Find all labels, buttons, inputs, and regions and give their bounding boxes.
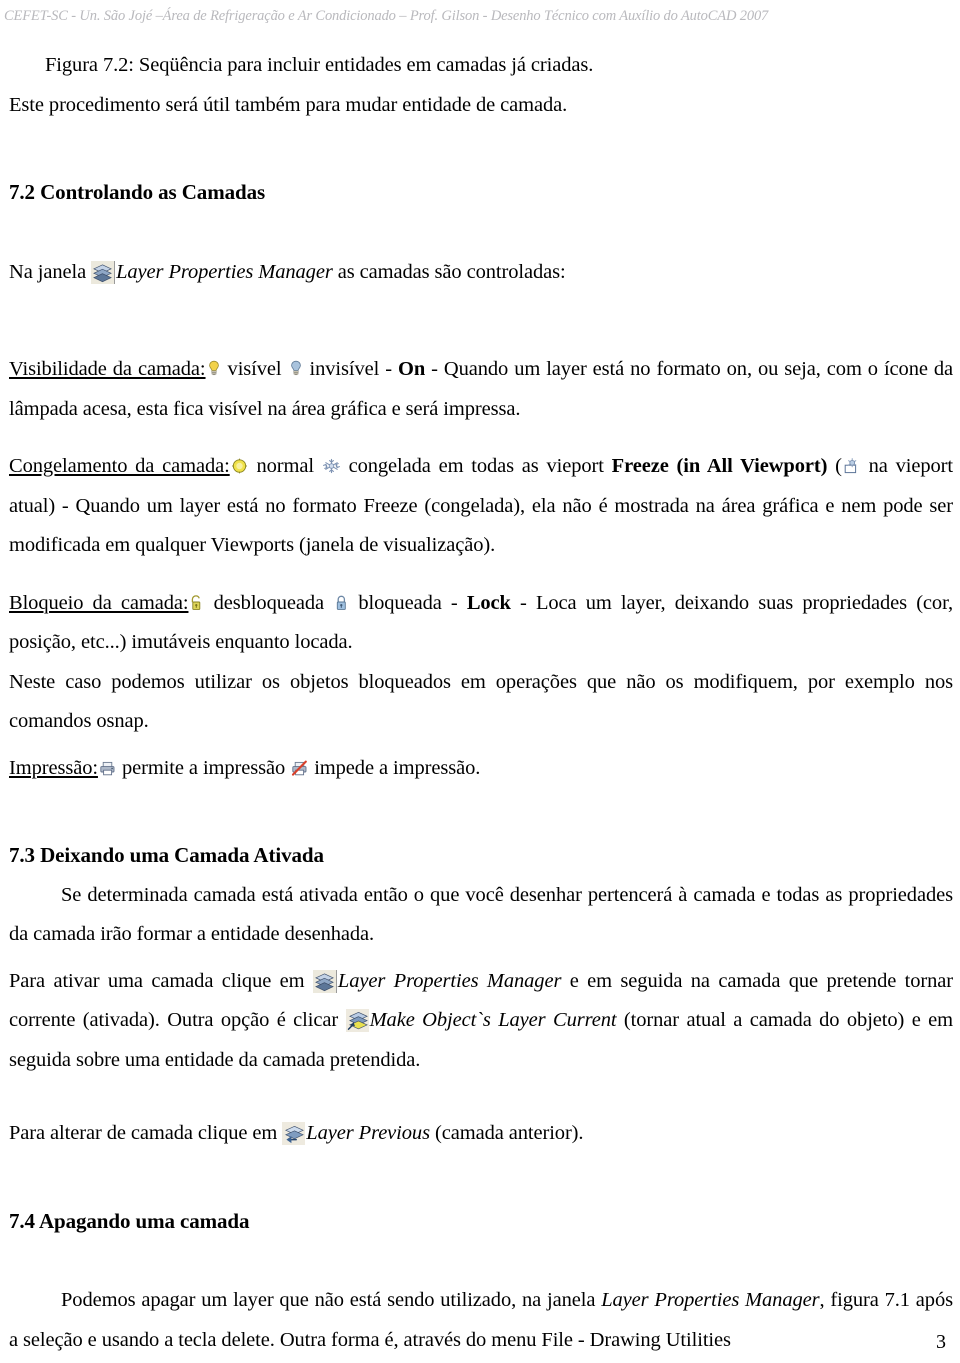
p732-icon2-label: Make Object`s Layer Current <box>369 1009 617 1031</box>
heading-7-4: 7.4 Apagando uma camada <box>9 1208 250 1233</box>
p733-text-a: Para alterar de camada clique em <box>9 1122 283 1144</box>
paragraph-7-3-3: Para alterar de camada clique em Layer P… <box>9 1114 953 1154</box>
page-body: Figura 7.2: Seqüência para incluir entid… <box>9 46 953 1360</box>
paragraph-bloqueio: Bloqueio da camada: desbloqueada bloquea… <box>9 584 953 663</box>
page-number: 3 <box>936 1331 946 1353</box>
paragraph-congelamento: Congelamento da camada: normal congelada… <box>9 447 953 566</box>
congelamento-text-a: normal <box>248 455 322 477</box>
layers-stack-icon <box>91 260 116 284</box>
heading-7-3: 7.3 Deixando uma Camada Ativada <box>9 843 324 867</box>
padlock-open-icon <box>188 593 204 613</box>
figure-caption-line1: Figura 7.2: Seqüência para incluir entid… <box>9 46 953 86</box>
visibilidade-bold-on: On <box>397 358 426 380</box>
paragraph-7-3-2: Para ativar uma camada clique em Layer P… <box>9 962 953 1081</box>
paragraph-7-3-1-text: Se determinada camada está ativada então… <box>9 883 953 946</box>
layers-stack-icon <box>312 969 337 993</box>
p741-text-a: Podemos apagar um layer que não está sen… <box>61 1289 602 1311</box>
p733-icon-label: Layer Previous <box>306 1122 430 1144</box>
congelamento-text-b: congelada em todas as vieport <box>340 455 612 477</box>
visibilidade-text-b: invisível - <box>303 358 398 380</box>
heading-7-2: 7.2 Controlando as Camadas <box>9 180 266 204</box>
intro-text-after: as camadas são controladas: <box>332 260 566 283</box>
intro-text-before: Na janela <box>9 260 92 283</box>
p732-icon-label: Layer Properties Manager <box>337 969 562 992</box>
layers-stack-arrow-icon <box>345 1009 369 1032</box>
p741-italic-label: Layer Properties Manager <box>601 1289 820 1311</box>
bloqueio-extra-text: Neste caso podemos utilizar os objetos b… <box>9 670 953 733</box>
paragraph-7-4-1: Podemos apagar um layer que não está sen… <box>9 1281 953 1360</box>
congelamento-bold-freeze: Freeze (in All Viewport) <box>611 455 828 477</box>
printer-disabled-icon <box>290 758 309 778</box>
running-header: CEFET-SC - Un. São Jojé –Área de Refrige… <box>4 8 769 24</box>
figure-caption-line2-text: Este procedimento será útil também para … <box>9 93 568 116</box>
congelamento-text-c: ( <box>827 455 842 477</box>
sun-icon <box>230 456 249 476</box>
lightbulb-off-icon <box>288 359 304 379</box>
snowflake-icon <box>322 456 341 476</box>
layers-previous-icon <box>282 1122 306 1145</box>
congelamento-label: Congelamento da camada: <box>9 455 230 477</box>
paragraph-7-3-1: Se determinada camada está ativada então… <box>9 876 953 955</box>
visibilidade-label: Visibilidade da camada: <box>9 358 206 380</box>
bloqueio-bold-lock: Lock <box>466 591 511 614</box>
p732-text-a: Para ativar uma camada clique em <box>9 969 313 992</box>
snowflake-viewport-icon <box>842 456 861 476</box>
padlock-closed-icon <box>333 593 349 613</box>
paragraph-bloqueio-extra: Neste caso podemos utilizar os objetos b… <box>9 663 953 742</box>
figure-caption-line2: Este procedimento será útil também para … <box>9 86 953 126</box>
visibilidade-text-a: visível <box>221 358 288 380</box>
paragraph-layer-properties-intro: Na janela Layer Properties Manager as ca… <box>9 253 953 293</box>
document-page: CEFET-SC - Un. São Jojé –Área de Refrige… <box>0 0 960 1363</box>
intro-icon-label: Layer Properties Manager <box>116 260 333 283</box>
bloqueio-text-b: bloqueada - <box>349 591 467 614</box>
printer-icon <box>98 758 117 778</box>
paragraph-impressao: Impressão: permite a impressão impede a … <box>9 749 953 789</box>
impressao-text-b: impede a impressão. <box>309 756 481 779</box>
bloqueio-label: Bloqueio da camada: <box>9 591 189 614</box>
bloqueio-text-a: desbloqueada <box>204 591 334 614</box>
impressao-text-a: permite a impressão <box>116 756 291 779</box>
paragraph-visibilidade: Visibilidade da camada: visível invisíve… <box>9 350 953 429</box>
p733-text-b: (camada anterior). <box>429 1122 584 1144</box>
lightbulb-on-icon <box>206 359 222 379</box>
impressao-label: Impressão: <box>9 756 98 779</box>
figure-caption-line1-text: Figura 7.2: Seqüência para incluir entid… <box>45 54 594 76</box>
